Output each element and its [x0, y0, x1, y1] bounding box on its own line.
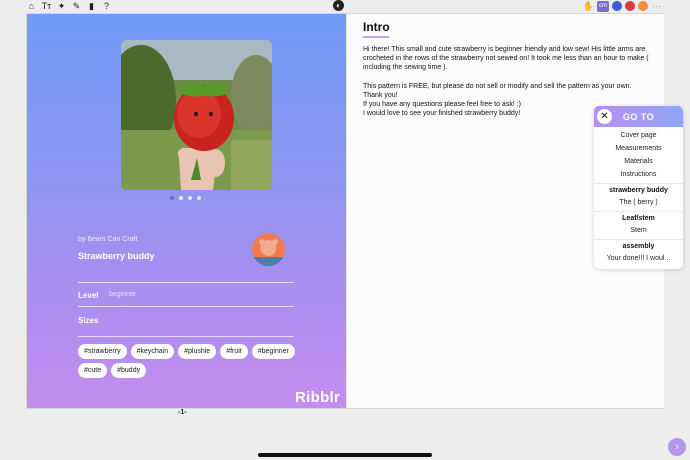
tag-list: #strawberry #keychain #plushie #fruit #b… [78, 344, 303, 378]
intro-paragraph: Thank you! [363, 91, 398, 99]
goto-item-instructions[interactable]: Instructions [594, 168, 683, 181]
goto-item-measurements[interactable]: Measurements [594, 142, 683, 155]
goto-title: GO TO [622, 111, 655, 122]
tag-chip[interactable]: #beginner [251, 344, 295, 359]
ribblr-logo: Ribblr [295, 389, 341, 406]
carousel-dot[interactable] [170, 196, 174, 200]
tag-chip[interactable]: #cute [78, 363, 108, 378]
divider [78, 336, 294, 337]
sizes-label: Sizes [78, 316, 99, 325]
tag-chip[interactable]: #keychain [130, 344, 175, 359]
flag-es-icon[interactable] [638, 1, 648, 11]
tag-chip[interactable]: #buddy [111, 363, 147, 378]
pattern-book: by Bears Can Craft Strawberry buddy Leve… [26, 13, 664, 409]
pattern-title: Strawberry buddy [78, 251, 155, 261]
close-icon[interactable]: ✕ [597, 109, 612, 124]
next-page-button[interactable]: › [668, 438, 686, 456]
tag-chip[interactable]: #fruit [220, 344, 248, 359]
more-icon[interactable]: ⋯ [651, 1, 662, 12]
goto-item-your-done[interactable]: Your done!!! I woul... [594, 252, 683, 265]
author-avatar[interactable] [252, 233, 285, 266]
heading-underline [363, 36, 389, 38]
intro-paragraph: This pattern is FREE, but please do not … [363, 82, 632, 90]
hand-icon[interactable]: ✋ [583, 1, 594, 12]
carousel-dot[interactable] [188, 196, 192, 200]
help-icon[interactable]: ? [101, 1, 112, 12]
units-toggle[interactable]: cm [597, 0, 609, 12]
tag-chip[interactable]: #strawberry [78, 344, 127, 359]
flag-uk-icon[interactable] [625, 1, 635, 11]
cover-page: by Bears Can Craft Strawberry buddy Leve… [27, 14, 346, 408]
strawberry-photo-image [121, 40, 272, 190]
goto-item-the-berry[interactable]: The ( berry ) [594, 196, 683, 209]
avatar-image [252, 233, 285, 266]
edit-icon[interactable]: ✎ [71, 1, 82, 12]
goto-section-leaf-stem[interactable]: Leaf/stem [594, 211, 683, 224]
level-value: beginner [109, 291, 137, 298]
pattern-author[interactable]: by Bears Can Craft [78, 236, 138, 243]
page-number: -1- [178, 409, 187, 416]
toolbar-right-group: ✋ cm ⋯ [583, 0, 662, 12]
goto-item-materials[interactable]: Materials [594, 155, 683, 168]
lightbulb-icon[interactable]: ✦ [56, 1, 67, 12]
pattern-photo[interactable] [121, 40, 272, 190]
intro-paragraph: Hi there! This small and cute strawberry… [363, 46, 649, 72]
intro-heading: Intro [363, 20, 390, 34]
tag-chip[interactable]: #plushie [178, 344, 217, 359]
book-icon[interactable]: ▮ [86, 1, 97, 12]
contrast-icon[interactable]: ◐ [333, 0, 344, 11]
flag-us-icon[interactable] [612, 1, 622, 11]
goto-panel: ✕ GO TO Cover page Measurements Material… [594, 106, 683, 269]
goto-header: ✕ GO TO [594, 106, 683, 127]
goto-section-strawberry-buddy[interactable]: strawberry buddy [594, 183, 683, 196]
goto-item-cover-page[interactable]: Cover page [594, 129, 683, 142]
text-size-icon[interactable]: Tт [41, 1, 52, 12]
divider [78, 282, 294, 283]
top-toolbar: ⌂ Tт ✦ ✎ ▮ ? ◐ ✋ cm ⋯ [0, 0, 690, 12]
home-icon[interactable]: ⌂ [26, 1, 37, 12]
goto-item-stem[interactable]: Stem [594, 224, 683, 237]
carousel-dot[interactable] [197, 196, 201, 200]
level-label: Level [78, 291, 99, 300]
carousel-dots[interactable] [170, 196, 201, 200]
carousel-dot[interactable] [179, 196, 183, 200]
home-indicator [258, 453, 432, 457]
goto-section-assembly[interactable]: assembly [594, 239, 683, 252]
divider [78, 306, 294, 307]
toolbar-left-group: ⌂ Tт ✦ ✎ ▮ ? [26, 0, 112, 12]
